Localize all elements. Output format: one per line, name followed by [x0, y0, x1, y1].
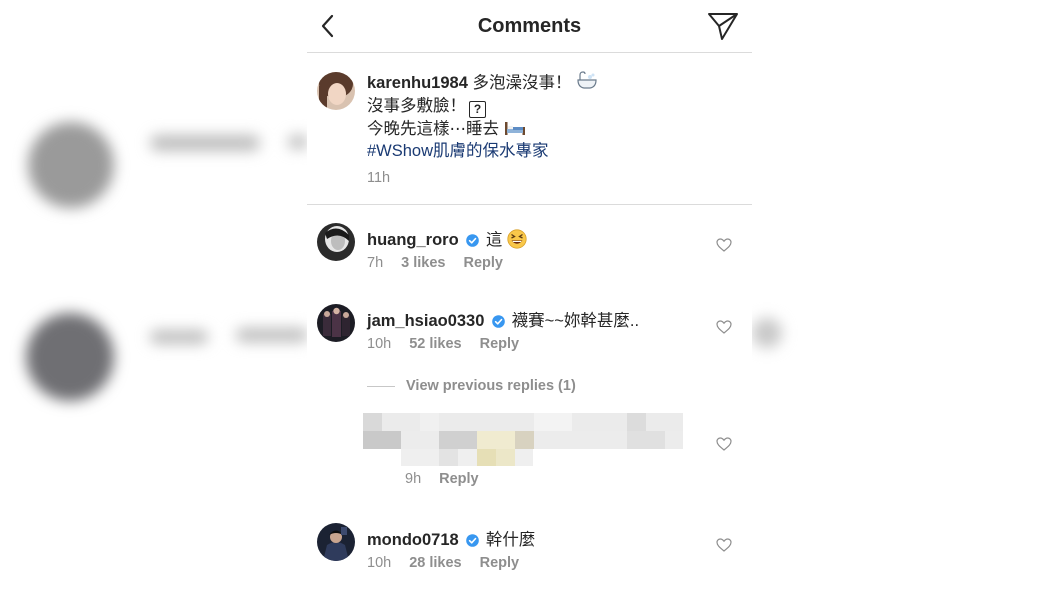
reply-time: 9h: [405, 471, 422, 487]
comment-username[interactable]: jam_hsiao0330: [367, 312, 484, 330]
comment-username[interactable]: huang_roro: [367, 231, 459, 249]
bathtub-emoji: [577, 71, 597, 89]
missing-glyph-icon: ?: [469, 100, 486, 118]
avatar[interactable]: [317, 304, 355, 342]
page-title: Comments: [477, 15, 582, 37]
reply-button[interactable]: Reply: [439, 471, 479, 487]
reply-button[interactable]: Reply: [463, 255, 503, 271]
send-icon[interactable]: [707, 11, 739, 41]
reply-meta: 9h Reply: [405, 471, 479, 487]
comment-username[interactable]: mondo0718: [367, 531, 459, 549]
reply-button[interactable]: Reply: [480, 555, 520, 571]
likes-count[interactable]: 52 likes: [409, 336, 461, 352]
comments-screen: Comments karenhu1984 多泡澡沒事！ 沒事多敷臉！ ? 今晚先…: [307, 0, 752, 596]
hashtag-link[interactable]: #WShow肌膚的保水專家: [367, 142, 549, 160]
verified-badge-icon: [492, 315, 505, 328]
comment-time: 7h: [367, 255, 384, 271]
comment-item: jam_hsiao0330 襪賽~~妳幹甚麼.. 10h 52 likes Repl…: [307, 302, 752, 372]
heart-outline-icon[interactable]: [716, 320, 732, 334]
avatar[interactable]: [317, 72, 355, 110]
post-caption: karenhu1984 多泡澡沒事！ 沒事多敷臉！? 今晚先這樣⋯睡去 #WSh…: [307, 54, 752, 205]
reply-button[interactable]: Reply: [480, 336, 520, 352]
comment-text: 幹什麼: [485, 531, 536, 549]
view-previous-replies-link[interactable]: View previous replies (1): [367, 378, 576, 394]
comment-text: 這: [485, 231, 503, 249]
likes-count[interactable]: 28 likes: [409, 555, 461, 571]
comment-time: 10h: [367, 555, 392, 571]
top-bar: Comments: [307, 0, 752, 53]
caption-username[interactable]: karenhu1984: [367, 74, 468, 92]
caption-line-3: 今晚先這樣⋯睡去: [367, 119, 499, 138]
heart-outline-icon[interactable]: [716, 437, 732, 451]
avatar[interactable]: [317, 523, 355, 561]
likes-count[interactable]: 3 likes: [401, 255, 445, 271]
censored-reply: [363, 413, 683, 466]
comment-item: mondo0718 幹什麼 10h 28 likes Reply: [307, 521, 752, 591]
caption-text: karenhu1984 多泡澡沒事！ 沒事多敷臉！? 今晚先這樣⋯睡去 #WSh…: [367, 71, 598, 163]
bed-emoji: [504, 121, 525, 135]
heart-outline-icon[interactable]: [716, 538, 732, 552]
view-previous-label[interactable]: View previous replies (1): [406, 378, 576, 394]
comment-item: huang_roro 這 7h 3 likes Reply: [307, 221, 752, 291]
divider: [367, 385, 395, 387]
caption-line-2: 沒事多敷臉！: [367, 96, 466, 115]
caption-line-1: 多泡澡沒事！: [472, 74, 572, 92]
heart-outline-icon[interactable]: [716, 238, 732, 252]
caption-time: 11h: [367, 170, 391, 186]
avatar[interactable]: [317, 223, 355, 261]
verified-badge-icon: [466, 234, 480, 247]
grinning-squint-emoji: [507, 229, 527, 249]
verified-badge-icon: [466, 534, 480, 547]
comment-text: 襪賽~~妳幹甚麼..: [511, 312, 640, 330]
comment-time: 10h: [367, 336, 392, 352]
